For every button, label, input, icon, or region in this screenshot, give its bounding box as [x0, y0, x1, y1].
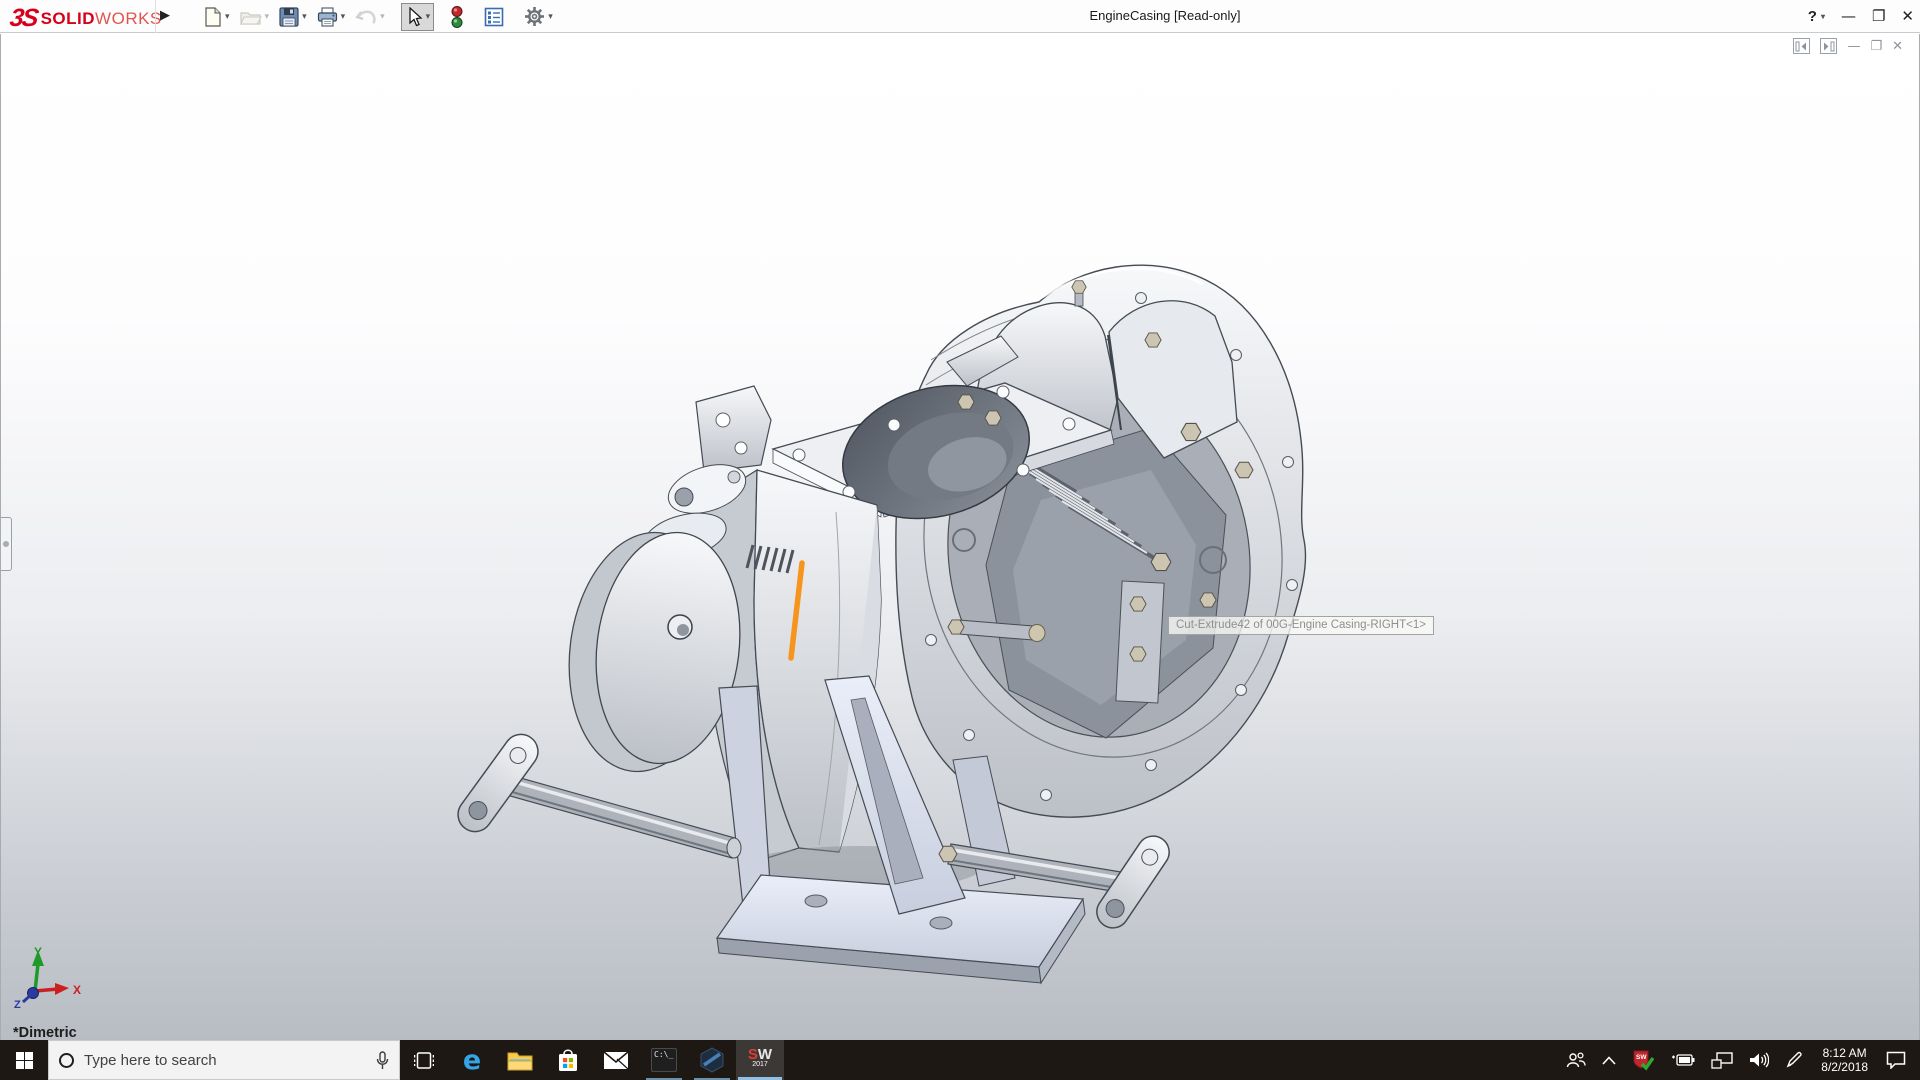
- system-tray: SW 8:12 AM 8/2/2018: [1558, 1040, 1920, 1080]
- print-button[interactable]: ▾: [313, 3, 350, 31]
- mail-icon: [603, 1050, 629, 1069]
- taskbar-search[interactable]: [48, 1040, 400, 1080]
- open-caret[interactable]: ▾: [265, 11, 270, 22]
- titlebar: 3S SOLID WORKS ▶ ▾ ▾ ▾ ▾ ▾ ▾ ▾ EngineCas…: [0, 0, 1920, 33]
- restore-button[interactable]: ❐: [1872, 0, 1885, 33]
- start-button[interactable]: [0, 1040, 48, 1080]
- select-button[interactable]: ▾: [400, 2, 435, 31]
- help-caret[interactable]: ▾: [1821, 0, 1825, 33]
- print-caret[interactable]: ▾: [341, 11, 346, 22]
- undo-caret[interactable]: ▾: [380, 11, 385, 22]
- action-center-icon: [1886, 1051, 1906, 1069]
- sw-resource-monitor[interactable]: SW: [1624, 1040, 1662, 1080]
- close-button[interactable]: ✕: [1901, 0, 1914, 33]
- battery-status[interactable]: [1662, 1040, 1703, 1080]
- doc-minimize-button[interactable]: —: [1847, 39, 1860, 54]
- rebuild-button[interactable]: [446, 3, 468, 31]
- help-button[interactable]: ? ▾: [1808, 0, 1825, 33]
- traffic-light-icon: [451, 5, 463, 28]
- command-prompt-button[interactable]: C:\_: [640, 1040, 688, 1080]
- solidworks-logo: 3S SOLID WORKS: [8, 4, 162, 33]
- toolbar-separator: [155, 0, 156, 33]
- open-icon: [239, 11, 262, 25]
- selection-tooltip: Cut-Extrude42 of 00G-Engine Casing-RIGHT…: [1168, 616, 1434, 635]
- select-cursor-icon: [409, 6, 423, 26]
- new-document-button[interactable]: ▾: [200, 3, 234, 31]
- new-document-icon: [205, 6, 221, 27]
- save-button[interactable]: ▾: [275, 3, 311, 31]
- minimize-button[interactable]: —: [1841, 0, 1856, 33]
- edge-icon: e: [462, 1044, 482, 1076]
- brand-solid: SOLID: [40, 8, 96, 28]
- taskbar-clock[interactable]: 8:12 AM 8/2/2018: [1811, 1046, 1878, 1074]
- triad-y-label: Y: [34, 945, 42, 959]
- windows-ink[interactable]: [1777, 1040, 1811, 1080]
- collapse-left-pane-button[interactable]: [1793, 38, 1811, 54]
- view-orientation-label: *Dimetric: [13, 1025, 77, 1041]
- display-report-icon: [484, 7, 504, 26]
- speaker-icon: [1750, 1052, 1770, 1068]
- triad-x-label: X: [73, 983, 81, 997]
- cortana-icon: [59, 1052, 74, 1068]
- clock-time: 8:12 AM: [1822, 1046, 1867, 1060]
- doc-close-button[interactable]: ✕: [1892, 39, 1903, 54]
- chevron-up-icon: [1602, 1055, 1616, 1065]
- display-report-button[interactable]: [480, 3, 508, 31]
- battery-icon: [1672, 1054, 1695, 1066]
- mail-button[interactable]: [592, 1040, 640, 1080]
- solidworks-app-icon: SW 2017: [747, 1046, 773, 1068]
- action-center-button[interactable]: [1878, 1040, 1920, 1080]
- windows-taskbar: e C:\_: [0, 1040, 1920, 1080]
- command-prompt-icon: C:\_: [651, 1048, 677, 1072]
- new-caret[interactable]: ▾: [225, 11, 230, 22]
- hexagon-app-icon: [700, 1047, 724, 1073]
- graphics-viewport[interactable]: — ❐ ✕ Cut-Extrude42 of 00G-Engine Casing…: [0, 34, 1920, 1041]
- store-icon: [559, 1049, 577, 1071]
- store-button[interactable]: [544, 1040, 592, 1080]
- brand-works: WORKS: [95, 8, 162, 28]
- orientation-triad: Y X Z: [14, 945, 81, 1011]
- windows-logo-icon: [15, 1051, 33, 1069]
- microphone-icon[interactable]: [376, 1050, 389, 1070]
- task-view-icon: [414, 1051, 434, 1069]
- gear-icon: [525, 7, 545, 26]
- volume-status[interactable]: [1741, 1040, 1777, 1080]
- people-button[interactable]: [1558, 1040, 1594, 1080]
- options-caret[interactable]: ▾: [548, 11, 553, 22]
- print-icon: [317, 6, 337, 27]
- pen-icon: [1786, 1051, 1802, 1068]
- search-input[interactable]: [84, 1051, 366, 1069]
- hexagon-app-button[interactable]: [688, 1040, 736, 1080]
- file-explorer-button[interactable]: [496, 1040, 544, 1080]
- toolbar-flyout-arrow[interactable]: ▶: [160, 7, 170, 23]
- people-icon: [1567, 1052, 1586, 1068]
- brand-glyph: 3S: [8, 4, 39, 32]
- sw-resource-monitor-icon: SW: [1633, 1050, 1655, 1071]
- triad-z-label: Z: [14, 999, 21, 1011]
- undo-icon: [355, 9, 376, 24]
- undo-button[interactable]: ▾: [351, 3, 389, 31]
- document-window-controls: — ❐ ✕: [1793, 38, 1903, 54]
- engine-casing-3d-model[interactable]: [1, 0, 1920, 1080]
- task-view-button[interactable]: [400, 1040, 448, 1080]
- file-explorer-icon: [507, 1052, 533, 1070]
- doc-restore-button[interactable]: ❐: [1870, 39, 1882, 54]
- select-caret[interactable]: ▾: [426, 11, 431, 22]
- svg-text:SW: SW: [1636, 1054, 1647, 1061]
- taskbar-app-icons: e C:\_ SW 2017: [400, 1040, 784, 1080]
- tray-overflow-button[interactable]: [1594, 1040, 1624, 1080]
- open-button[interactable]: ▾: [236, 3, 274, 31]
- clock-date: 8/2/2018: [1821, 1060, 1868, 1074]
- solidworks-app-button[interactable]: SW 2017: [736, 1040, 784, 1080]
- network-status[interactable]: [1703, 1040, 1741, 1080]
- edge-button[interactable]: e: [448, 1040, 496, 1080]
- quick-toolbar: ▾ ▾ ▾ ▾ ▾ ▾ ▾: [200, 0, 557, 33]
- expand-right-pane-button[interactable]: [1820, 38, 1838, 54]
- network-icon: [1711, 1051, 1733, 1069]
- save-caret[interactable]: ▾: [302, 11, 307, 22]
- options-button[interactable]: ▾: [520, 3, 557, 31]
- save-icon: [279, 6, 299, 27]
- window-title: EngineCasing [Read-only]: [1089, 8, 1241, 23]
